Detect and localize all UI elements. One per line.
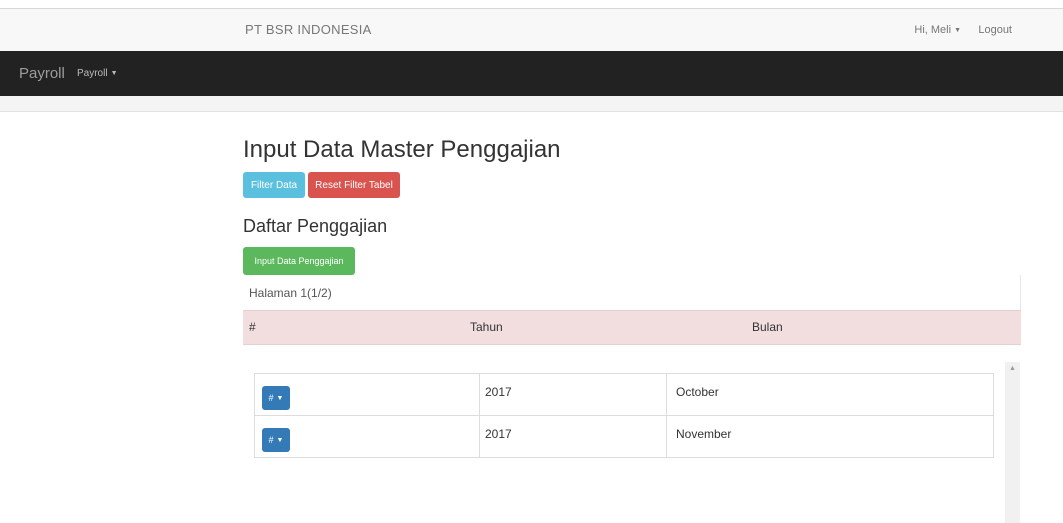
row-action-label: #: [268, 393, 274, 403]
column-header-month: Bulan: [752, 320, 783, 334]
table-header: # Tahun Bulan: [243, 310, 1021, 345]
action-cell: # ▼: [254, 415, 480, 458]
column-header-year: Tahun: [470, 320, 503, 334]
user-menu[interactable]: Hi, Meli ▼: [914, 24, 961, 36]
pagination-info: Halaman 1(1/2): [249, 286, 332, 300]
month-cell: October: [666, 373, 994, 416]
month-value: October: [676, 385, 719, 399]
page-title: Input Data Master Penggajian: [243, 136, 561, 163]
table-row: # ▼ 2017 November: [254, 415, 994, 458]
row-action-label: #: [268, 435, 274, 445]
sub-header-strip: [0, 96, 1063, 112]
action-cell: # ▼: [254, 373, 480, 416]
caret-down-icon: ▼: [276, 395, 284, 402]
payroll-menu-label: Payroll: [77, 68, 108, 79]
main-navbar: Payroll Payroll ▼: [0, 51, 1063, 96]
list-subtitle: Daftar Penggajian: [243, 216, 388, 236]
table-scrollbar[interactable]: ▲: [1005, 362, 1020, 523]
row-action-dropdown-button[interactable]: # ▼: [262, 428, 290, 452]
navbar-brand[interactable]: Payroll: [19, 65, 65, 82]
pagination-panel: Halaman 1(1/2): [243, 275, 1021, 310]
scroll-up-arrow-icon[interactable]: ▲: [1009, 365, 1016, 372]
user-greeting: Hi, Meli: [914, 24, 952, 36]
filter-data-button[interactable]: Filter Data: [243, 172, 305, 198]
column-header-number: #: [249, 320, 256, 334]
row-action-dropdown-button[interactable]: # ▼: [262, 386, 290, 410]
month-cell: November: [666, 415, 994, 458]
caret-down-icon: ▼: [110, 70, 118, 77]
top-header: PT BSR INDONESIA Hi, Meli ▼ Logout: [0, 9, 1063, 51]
year-cell: 2017: [479, 373, 667, 416]
year-cell: 2017: [479, 415, 667, 458]
caret-down-icon: ▼: [276, 437, 284, 444]
payroll-menu-dropdown[interactable]: Payroll ▼: [77, 68, 118, 79]
payroll-table: # ▼ 2017 October # ▼ 2017 November: [254, 373, 994, 458]
reset-filter-button[interactable]: Reset Filter Tabel: [308, 172, 400, 198]
year-value: 2017: [485, 427, 512, 441]
table-row: # ▼ 2017 October: [254, 373, 994, 416]
caret-down-icon: ▼: [954, 27, 961, 34]
logout-link[interactable]: Logout: [978, 24, 1012, 36]
month-value: November: [676, 427, 732, 441]
input-data-button[interactable]: Input Data Penggajian: [243, 247, 355, 275]
company-name: PT BSR INDONESIA: [245, 22, 372, 37]
year-value: 2017: [485, 385, 512, 399]
